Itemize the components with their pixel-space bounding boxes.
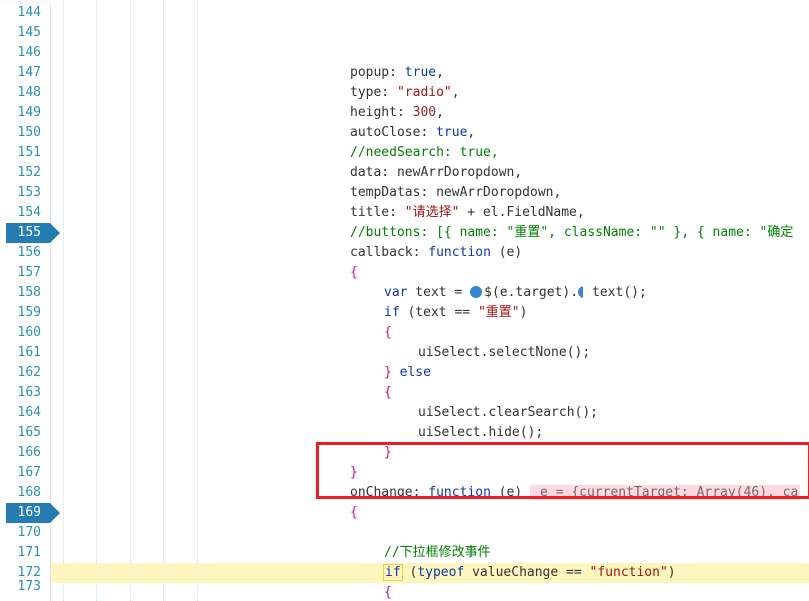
code-line[interactable]: data: newArrDoropdown, <box>51 163 809 183</box>
code-line[interactable]: { <box>51 503 809 523</box>
code-line[interactable]: autoClose: true, <box>51 123 809 143</box>
line-number[interactable]: 166 <box>0 443 50 463</box>
code-line[interactable]: { <box>51 323 809 343</box>
line-number[interactable]: 146 <box>0 43 50 63</box>
code-line[interactable]: uiSelect.hide(); <box>51 423 809 443</box>
line-number[interactable]: 170 <box>0 523 50 543</box>
line-number[interactable]: 168 <box>0 483 50 503</box>
line-number[interactable]: 159 <box>0 303 50 323</box>
line-number-gutter[interactable]: 1441451461471481491501511521531541551561… <box>0 0 51 601</box>
code-area[interactable]: popup: true,type: "radio",height: 300,au… <box>51 0 809 601</box>
line-number[interactable]: 152 <box>0 163 50 183</box>
code-line[interactable] <box>51 523 809 543</box>
code-line[interactable]: { <box>51 263 809 283</box>
code-line[interactable]: height: 300, <box>51 103 809 123</box>
code-line[interactable]: //下拉框修改事件 <box>51 543 809 563</box>
line-number[interactable]: 156 <box>0 243 50 263</box>
code-line[interactable]: onChange: function (e) e = {currentTarge… <box>51 483 809 503</box>
line-number[interactable]: 161 <box>0 343 50 363</box>
line-number[interactable]: 171 <box>0 543 50 563</box>
line-number[interactable]: 147 <box>0 63 50 83</box>
code-line[interactable]: if (text == "重置") <box>51 303 809 323</box>
line-number[interactable]: 173 <box>0 577 50 597</box>
code-line[interactable]: //buttons: [{ name: "重置", className: "" … <box>51 223 809 243</box>
line-number[interactable]: 150 <box>0 123 50 143</box>
line-number[interactable]: 162 <box>0 363 50 383</box>
line-number[interactable]: 154 <box>0 203 50 223</box>
code-line[interactable]: } <box>51 463 809 483</box>
code-line[interactable]: } <box>51 443 809 463</box>
line-number[interactable]: 169 <box>0 503 50 523</box>
line-number[interactable]: 158 <box>0 283 50 303</box>
code-line[interactable]: callback: function (e) <box>51 243 809 263</box>
line-number[interactable]: 148 <box>0 83 50 103</box>
code-line[interactable]: uiSelect.selectNone(); <box>51 343 809 363</box>
line-number[interactable]: 145 <box>0 23 50 43</box>
line-number[interactable]: 157 <box>0 263 50 283</box>
line-number[interactable]: 164 <box>0 403 50 423</box>
line-number[interactable]: 153 <box>0 183 50 203</box>
line-number[interactable]: 167 <box>0 463 50 483</box>
line-number[interactable]: 165 <box>0 423 50 443</box>
code-line[interactable]: popup: true, <box>51 63 809 83</box>
debug-value-hint: e = {currentTarget: Array(46), ca <box>530 485 800 500</box>
code-line[interactable]: tempDatas: newArrDoropdown, <box>51 183 809 203</box>
line-number[interactable]: 160 <box>0 323 50 343</box>
code-line[interactable]: //needSearch: true, <box>51 143 809 163</box>
line-number[interactable]: 149 <box>0 103 50 123</box>
code-line[interactable]: { <box>51 383 809 403</box>
code-line[interactable]: { <box>51 583 809 601</box>
line-number[interactable]: 163 <box>0 383 50 403</box>
line-number[interactable]: 172 <box>0 563 50 577</box>
code-line[interactable]: type: "radio", <box>51 83 809 103</box>
line-number[interactable]: 144 <box>0 3 50 23</box>
code-line[interactable]: title: "请选择" + el.FieldName, <box>51 203 809 223</box>
code-line[interactable]: if (typeof valueChange == "function") <box>51 563 809 583</box>
line-number[interactable]: 151 <box>0 143 50 163</box>
code-line[interactable]: } else <box>51 363 809 383</box>
code-line[interactable]: var text = $(e.target).text(); <box>51 283 809 303</box>
line-number[interactable]: 155 <box>0 223 50 243</box>
code-editor: 1441451461471481491501511521531541551561… <box>0 0 809 601</box>
code-line[interactable]: uiSelect.clearSearch(); <box>51 403 809 423</box>
